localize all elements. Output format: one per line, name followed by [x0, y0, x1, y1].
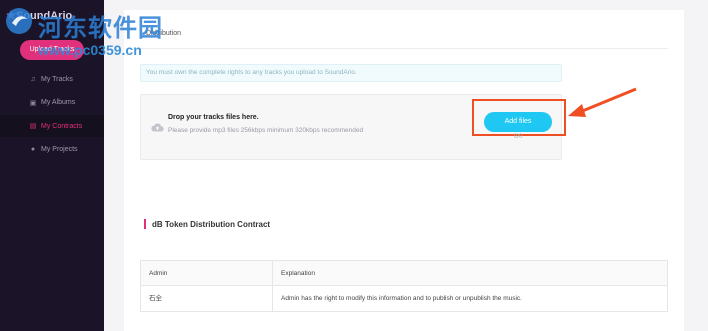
table-cell-admin: 石全 — [141, 286, 273, 311]
cloud-upload-icon — [151, 123, 164, 132]
sidebar-item-my-projects[interactable]: ● My Projects — [0, 139, 104, 161]
sidebar-item-label: My Contracts — [41, 122, 83, 130]
file-count-mark: 0/0 — [514, 134, 523, 140]
sidebar-item-my-tracks[interactable]: ♫ My Tracks — [0, 68, 104, 90]
music-note-icon: ♫ — [30, 75, 36, 83]
dropzone-title: Drop your tracks files here. — [168, 114, 259, 121]
add-files-button[interactable]: Add files — [484, 112, 552, 132]
table-row: 石全 Admin has the right to modify this in… — [141, 286, 667, 311]
upload-dropzone[interactable]: Drop your tracks files here. Please prov… — [140, 94, 562, 160]
album-icon: ▣ — [29, 99, 37, 107]
rights-notice: You must own the complete rights to any … — [140, 64, 562, 82]
sidebar-item-label: My Projects — [41, 146, 78, 153]
table-cell-explanation: Admin has the right to modify this infor… — [281, 295, 522, 302]
divider — [140, 48, 668, 49]
watermark-logo-icon — [6, 8, 32, 34]
sidebar-item-my-albums[interactable]: ▣ My Albums — [0, 92, 104, 114]
contract-table: Admin Explanation 石全 Admin has the right… — [140, 260, 668, 312]
sidebar-item-label: My Albums — [41, 99, 76, 106]
sidebar-item-my-contracts[interactable]: ▤ My Contracts — [0, 115, 104, 137]
sidebar-item-label: My Tracks — [41, 75, 73, 83]
column-header-explanation: Explanation — [281, 270, 315, 277]
user-icon: ● — [30, 146, 36, 153]
contract-icon: ▤ — [29, 123, 37, 130]
annotation-arrow-icon — [568, 87, 637, 117]
table-header-row: Admin Explanation — [141, 261, 667, 286]
dropzone-subtitle: Please provide mp3 files 256kbps minimum… — [168, 127, 364, 134]
main-card: Distribution You must own the complete r… — [124, 10, 684, 331]
watermark-url: www.pc0359.cn — [38, 42, 142, 58]
column-header-admin: Admin — [141, 261, 273, 285]
watermark-text: 河东软件园 — [38, 14, 163, 42]
section-title: dB Token Distribution Contract — [152, 220, 271, 229]
sidebar-nav: ♫ My Tracks ▣ My Albums ▤ My Contracts ●… — [0, 68, 104, 162]
